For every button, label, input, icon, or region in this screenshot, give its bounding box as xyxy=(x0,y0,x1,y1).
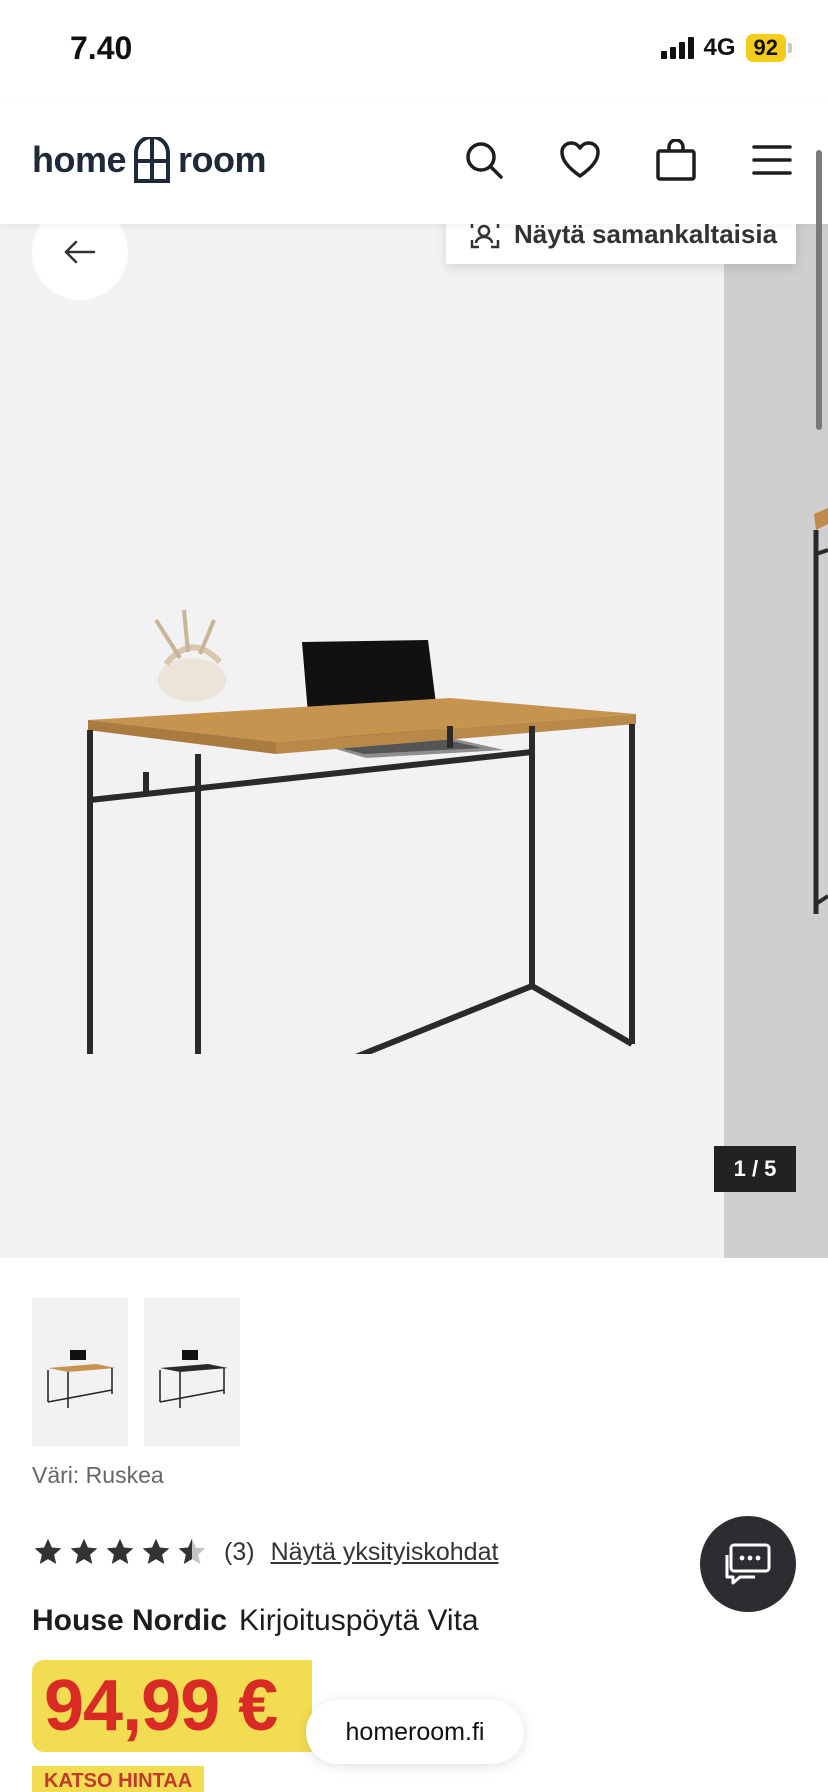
heart-icon[interactable] xyxy=(554,134,606,186)
thumbnail-black[interactable] xyxy=(144,1298,240,1446)
arrow-left-icon xyxy=(64,240,96,264)
rating-stars xyxy=(32,1536,208,1568)
battery-icon: 92 xyxy=(745,34,792,62)
product-image-desk xyxy=(87,609,636,1054)
chat-icon xyxy=(725,1543,771,1585)
thumbnail-image xyxy=(159,1350,228,1408)
product-brand[interactable]: House Nordic xyxy=(32,1604,227,1637)
deal-tag: KATSO HINTAA xyxy=(32,1766,205,1792)
product-title: House Nordic Kirjoituspöytä Vita xyxy=(32,1604,479,1638)
shopping-bag-icon[interactable] xyxy=(650,134,702,186)
logo-word-home: home xyxy=(32,139,127,180)
next-desk-image xyxy=(813,508,828,914)
show-details-link[interactable]: Näytä yksityiskohdat xyxy=(271,1538,499,1567)
thumbnail-brown[interactable] xyxy=(32,1298,128,1446)
back-button[interactable] xyxy=(32,224,128,300)
search-icon[interactable] xyxy=(458,134,510,186)
image-counter: 1 / 5 xyxy=(714,1146,796,1192)
show-similar-label: Näytä samankaltaisia xyxy=(514,224,778,249)
price-box: 94,99 € xyxy=(32,1660,312,1752)
thumbnail-strip xyxy=(32,1298,240,1446)
network-label: 4G xyxy=(703,34,736,61)
product-rating: (3) Näytä yksityiskohdat xyxy=(32,1536,498,1568)
browser-url-bar[interactable]: homeroom.fi xyxy=(306,1700,524,1764)
status-indicators: 4G 92 xyxy=(660,34,792,62)
product-name: Kirjoituspöytä Vita xyxy=(239,1604,479,1637)
product-gallery[interactable]: Näytä samankaltaisia 1 / 5 xyxy=(0,224,828,1258)
star-icon xyxy=(34,1538,62,1564)
visual-search-icon xyxy=(470,224,500,249)
chat-button[interactable] xyxy=(700,1516,796,1612)
rating-count: (3) xyxy=(224,1537,255,1566)
battery-level: 92 xyxy=(745,34,786,62)
status-bar: 7.40 4G 92 xyxy=(0,0,828,100)
show-similar-button[interactable]: Näytä samankaltaisia xyxy=(446,224,796,264)
thumbnail-image xyxy=(47,1350,116,1408)
star-half-icon xyxy=(178,1538,206,1564)
next-image-preview[interactable] xyxy=(724,224,828,1258)
page-scrollbar[interactable] xyxy=(816,150,822,430)
site-header: home room xyxy=(0,100,828,224)
logo-house-icon xyxy=(134,137,171,183)
color-label: Väri: Ruskea xyxy=(32,1462,164,1488)
homeroom-logo[interactable]: home room xyxy=(32,136,267,184)
star-icon xyxy=(142,1538,170,1564)
star-icon xyxy=(70,1538,98,1564)
product-price: 94,99 € xyxy=(44,1666,278,1746)
status-time: 7.40 xyxy=(70,30,133,66)
star-icon xyxy=(106,1538,134,1564)
signal-icon xyxy=(660,37,694,59)
logo-word-room: room xyxy=(178,139,267,180)
menu-icon[interactable] xyxy=(746,134,798,186)
